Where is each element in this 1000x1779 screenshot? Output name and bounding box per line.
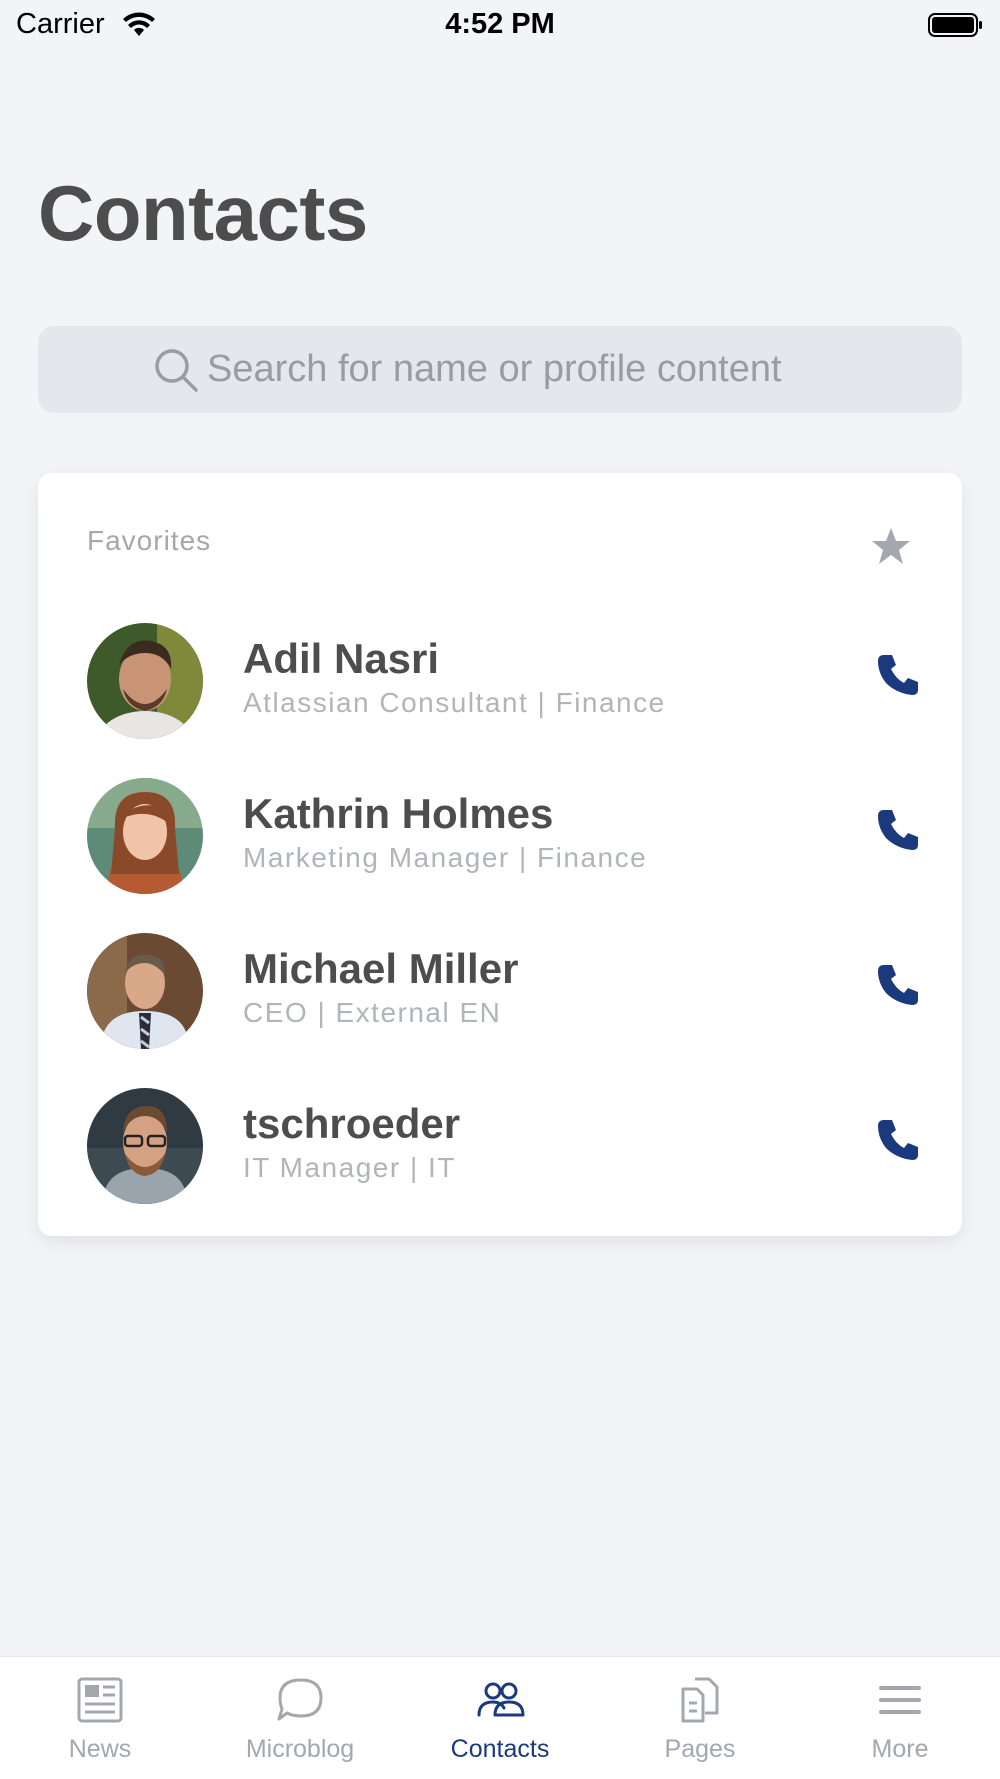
chat-bubble-icon xyxy=(277,1678,323,1721)
people-icon xyxy=(477,1682,525,1717)
contact-name: Adil Nasri xyxy=(243,635,440,682)
phone-icon[interactable] xyxy=(876,651,922,697)
tab-news[interactable]: News xyxy=(0,1657,200,1779)
tab-microblog[interactable]: Microblog xyxy=(200,1657,400,1779)
menu-icon xyxy=(879,1686,921,1714)
tab-bar: News Microblog Contacts Pages More xyxy=(0,1656,1000,1779)
pages-icon xyxy=(681,1677,719,1723)
contact-subtitle: CEO | External EN xyxy=(243,997,502,1028)
tab-label: More xyxy=(871,1735,929,1763)
contact-subtitle: Atlassian Consultant | Finance xyxy=(243,687,666,718)
contact-row[interactable]: tschroeder IT Manager | IT xyxy=(38,1078,962,1218)
tab-more[interactable]: More xyxy=(800,1657,1000,1779)
contact-name: Michael Miller xyxy=(243,945,519,992)
star-icon[interactable] xyxy=(870,525,912,567)
tab-label: Contacts xyxy=(450,1735,550,1763)
tab-label: News xyxy=(68,1735,132,1763)
search-input[interactable] xyxy=(207,348,847,391)
search-icon xyxy=(155,348,198,392)
contact-name: tschroeder xyxy=(243,1100,461,1147)
avatar xyxy=(87,778,203,894)
status-time: 4:52 PM xyxy=(445,8,555,40)
avatar xyxy=(87,623,203,739)
page-title: Contacts xyxy=(38,169,368,257)
battery-icon xyxy=(928,13,982,37)
avatar xyxy=(87,1088,203,1204)
phone-icon[interactable] xyxy=(876,1116,922,1162)
favorites-card: Favorites Adil Nasri Atlassian Consultan… xyxy=(38,473,962,1236)
contact-row[interactable]: Michael Miller CEO | External EN xyxy=(38,923,962,1063)
tab-label: Microblog xyxy=(245,1735,355,1763)
favorites-header: Favorites xyxy=(87,525,212,556)
contact-subtitle: Marketing Manager | Finance xyxy=(243,842,648,873)
news-icon xyxy=(77,1677,123,1723)
tab-label: Pages xyxy=(664,1735,736,1763)
contact-row[interactable]: Adil Nasri Atlassian Consultant | Financ… xyxy=(38,613,962,753)
tab-contacts[interactable]: Contacts xyxy=(400,1657,600,1779)
phone-icon[interactable] xyxy=(876,961,922,1007)
avatar xyxy=(87,933,203,1049)
status-bar: Carrier 4:52 PM xyxy=(0,0,1000,52)
tab-pages[interactable]: Pages xyxy=(600,1657,800,1779)
contact-row[interactable]: Kathrin Holmes Marketing Manager | Finan… xyxy=(38,768,962,908)
contact-subtitle: IT Manager | IT xyxy=(243,1152,456,1183)
search-bar[interactable] xyxy=(38,326,962,413)
phone-icon[interactable] xyxy=(876,806,922,852)
contact-name: Kathrin Holmes xyxy=(243,790,554,837)
